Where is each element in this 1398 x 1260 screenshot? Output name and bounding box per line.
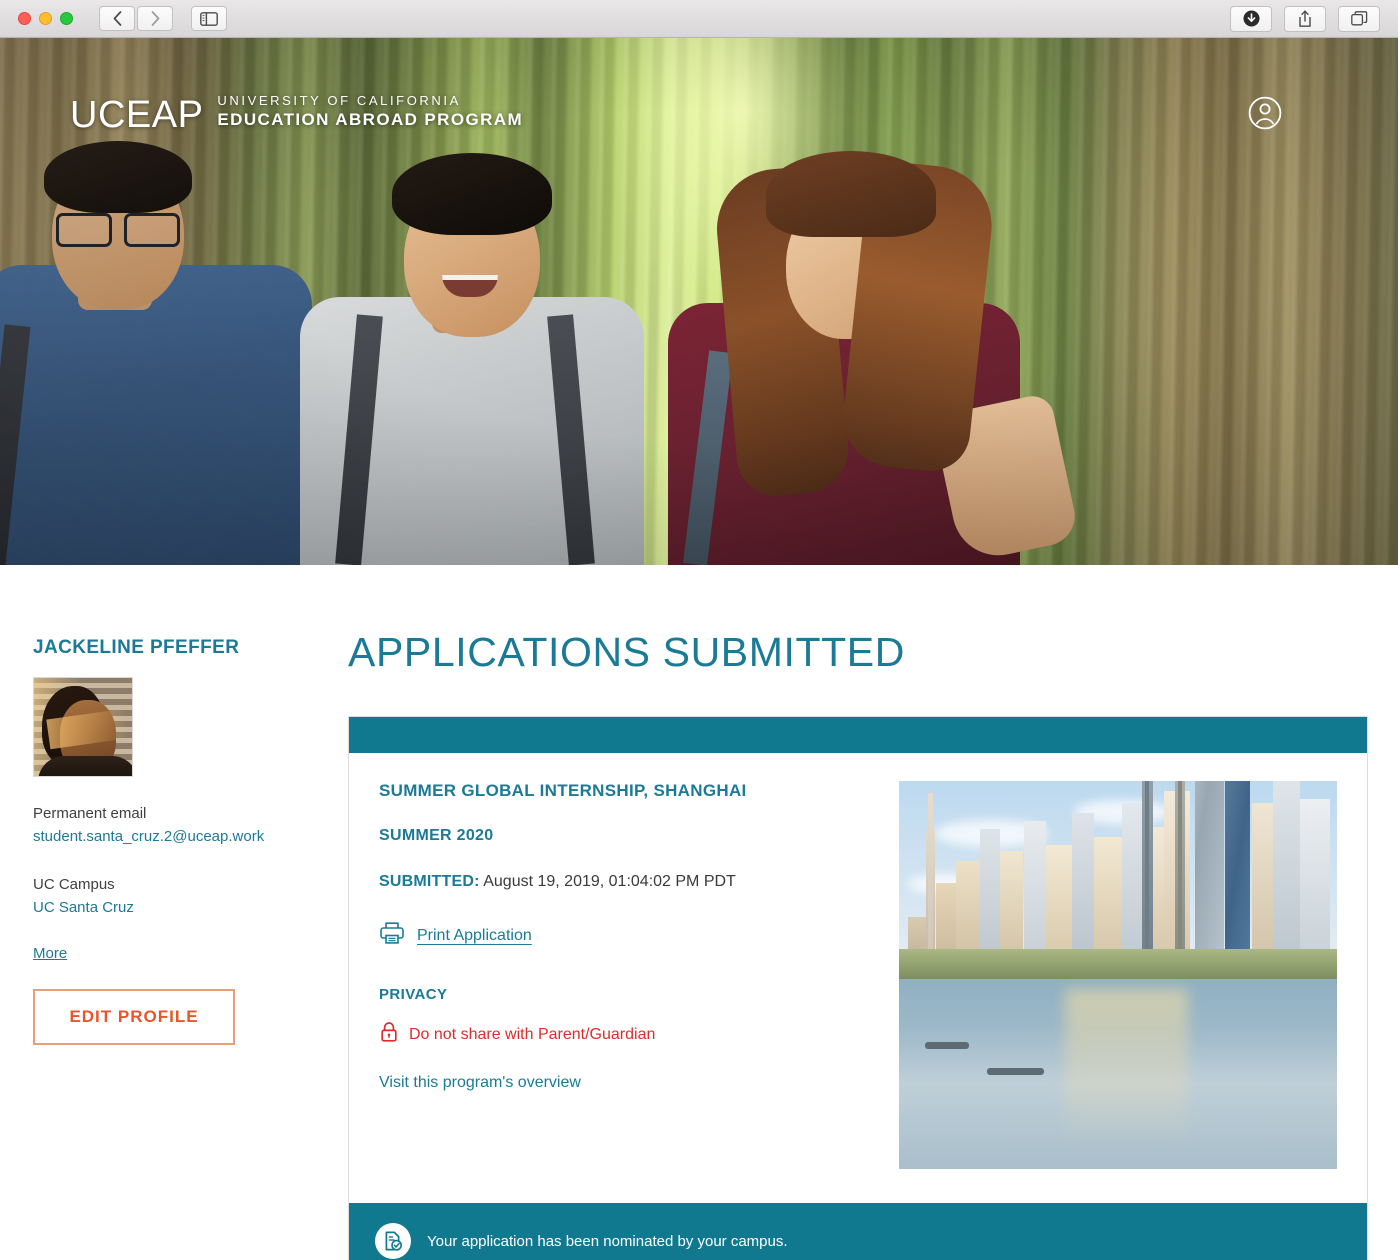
- program-title: SUMMER GLOBAL INTERNSHIP, SHANGHAI: [379, 781, 747, 800]
- navigation-buttons: [99, 6, 173, 31]
- program-term: SUMMER 2020: [379, 827, 494, 844]
- page-title: APPLICATIONS SUBMITTED: [348, 629, 905, 675]
- card-accent-bar: [349, 717, 1367, 753]
- main-content: APPLICATIONS SUBMITTED SUMMER GLOBAL INT…: [348, 623, 1398, 1260]
- uceap-logo[interactable]: UCEAP UNIVERSITY OF CALIFORNIA EDUCATION…: [70, 93, 523, 134]
- submitted-label: SUBMITTED:: [379, 873, 480, 890]
- forward-button[interactable]: [137, 6, 173, 31]
- print-application-link[interactable]: Print Application: [417, 927, 532, 945]
- printer-icon: [379, 921, 405, 950]
- tab-overview-icon[interactable]: [1338, 5, 1380, 32]
- hamburger-menu-icon[interactable]: [1316, 106, 1350, 120]
- email-label: Permanent email: [33, 805, 147, 822]
- program-overview-link[interactable]: Visit this program's overview: [379, 1074, 581, 1091]
- browser-titlebar: [0, 0, 1398, 38]
- privacy-text: Do not share with Parent/Guardian: [409, 1025, 656, 1043]
- campus-value[interactable]: UC Santa Cruz: [33, 897, 348, 920]
- window-traffic-lights: [18, 12, 73, 25]
- nomination-status-banner: Your application has been nominated by y…: [349, 1203, 1367, 1260]
- program-photo: [899, 781, 1337, 1169]
- browser-window: UCEAP UNIVERSITY OF CALIFORNIA EDUCATION…: [0, 0, 1398, 1260]
- user-account-icon[interactable]: [1248, 96, 1282, 130]
- header-actions: [1248, 96, 1350, 130]
- document-check-icon: [375, 1223, 411, 1259]
- nomination-status-text: Your application has been nominated by y…: [427, 1232, 788, 1250]
- email-value[interactable]: student.santa_cruz.2@uceap.work: [33, 826, 348, 849]
- site-header: UCEAP UNIVERSITY OF CALIFORNIA EDUCATION…: [0, 93, 1398, 134]
- edit-profile-button[interactable]: EDIT PROFILE: [33, 989, 235, 1045]
- more-link[interactable]: More: [33, 945, 67, 962]
- logo-wordmark: UCEAP: [70, 93, 204, 136]
- submitted-row: SUBMITTED: August 19, 2019, 01:04:02 PM …: [379, 873, 873, 891]
- maximize-window-button[interactable]: [60, 12, 73, 25]
- privacy-row: Do not share with Parent/Guardian: [379, 1021, 873, 1048]
- application-card: SUMMER GLOBAL INTERNSHIP, SHANGHAI SUMME…: [348, 716, 1368, 1260]
- privacy-heading: PRIVACY: [379, 986, 448, 1003]
- email-field-group: Permanent email student.santa_cruz.2@uce…: [33, 803, 348, 848]
- profile-sidebar: JACKELINE PFEFFER Permanent email studen…: [0, 623, 348, 1260]
- titlebar-right-actions: [1230, 5, 1380, 32]
- page-content: JACKELINE PFEFFER Permanent email studen…: [0, 565, 1398, 1260]
- back-button[interactable]: [99, 6, 135, 31]
- campus-field-group: UC Campus UC Santa Cruz: [33, 874, 348, 919]
- submitted-value: August 19, 2019, 01:04:02 PM PDT: [479, 873, 736, 890]
- download-icon[interactable]: [1230, 5, 1272, 32]
- share-icon[interactable]: [1284, 5, 1326, 32]
- logo-tagline-line2: EDUCATION ABROAD PROGRAM: [217, 110, 524, 130]
- application-details: SUMMER GLOBAL INTERNSHIP, SHANGHAI SUMME…: [379, 781, 873, 1169]
- avatar: [33, 677, 133, 777]
- close-window-button[interactable]: [18, 12, 31, 25]
- profile-name: JACKELINE PFEFFER: [33, 637, 240, 658]
- logo-tagline-line1: UNIVERSITY OF CALIFORNIA: [217, 93, 461, 108]
- print-application-row[interactable]: Print Application: [379, 921, 873, 950]
- sidebar-toggle-group: [191, 6, 227, 31]
- hero-banner: UCEAP UNIVERSITY OF CALIFORNIA EDUCATION…: [0, 38, 1398, 565]
- minimize-window-button[interactable]: [39, 12, 52, 25]
- lock-icon: [379, 1021, 399, 1048]
- sidebar-toggle-button[interactable]: [191, 6, 227, 31]
- campus-label: UC Campus: [33, 876, 115, 893]
- card-body: SUMMER GLOBAL INTERNSHIP, SHANGHAI SUMME…: [349, 753, 1367, 1203]
